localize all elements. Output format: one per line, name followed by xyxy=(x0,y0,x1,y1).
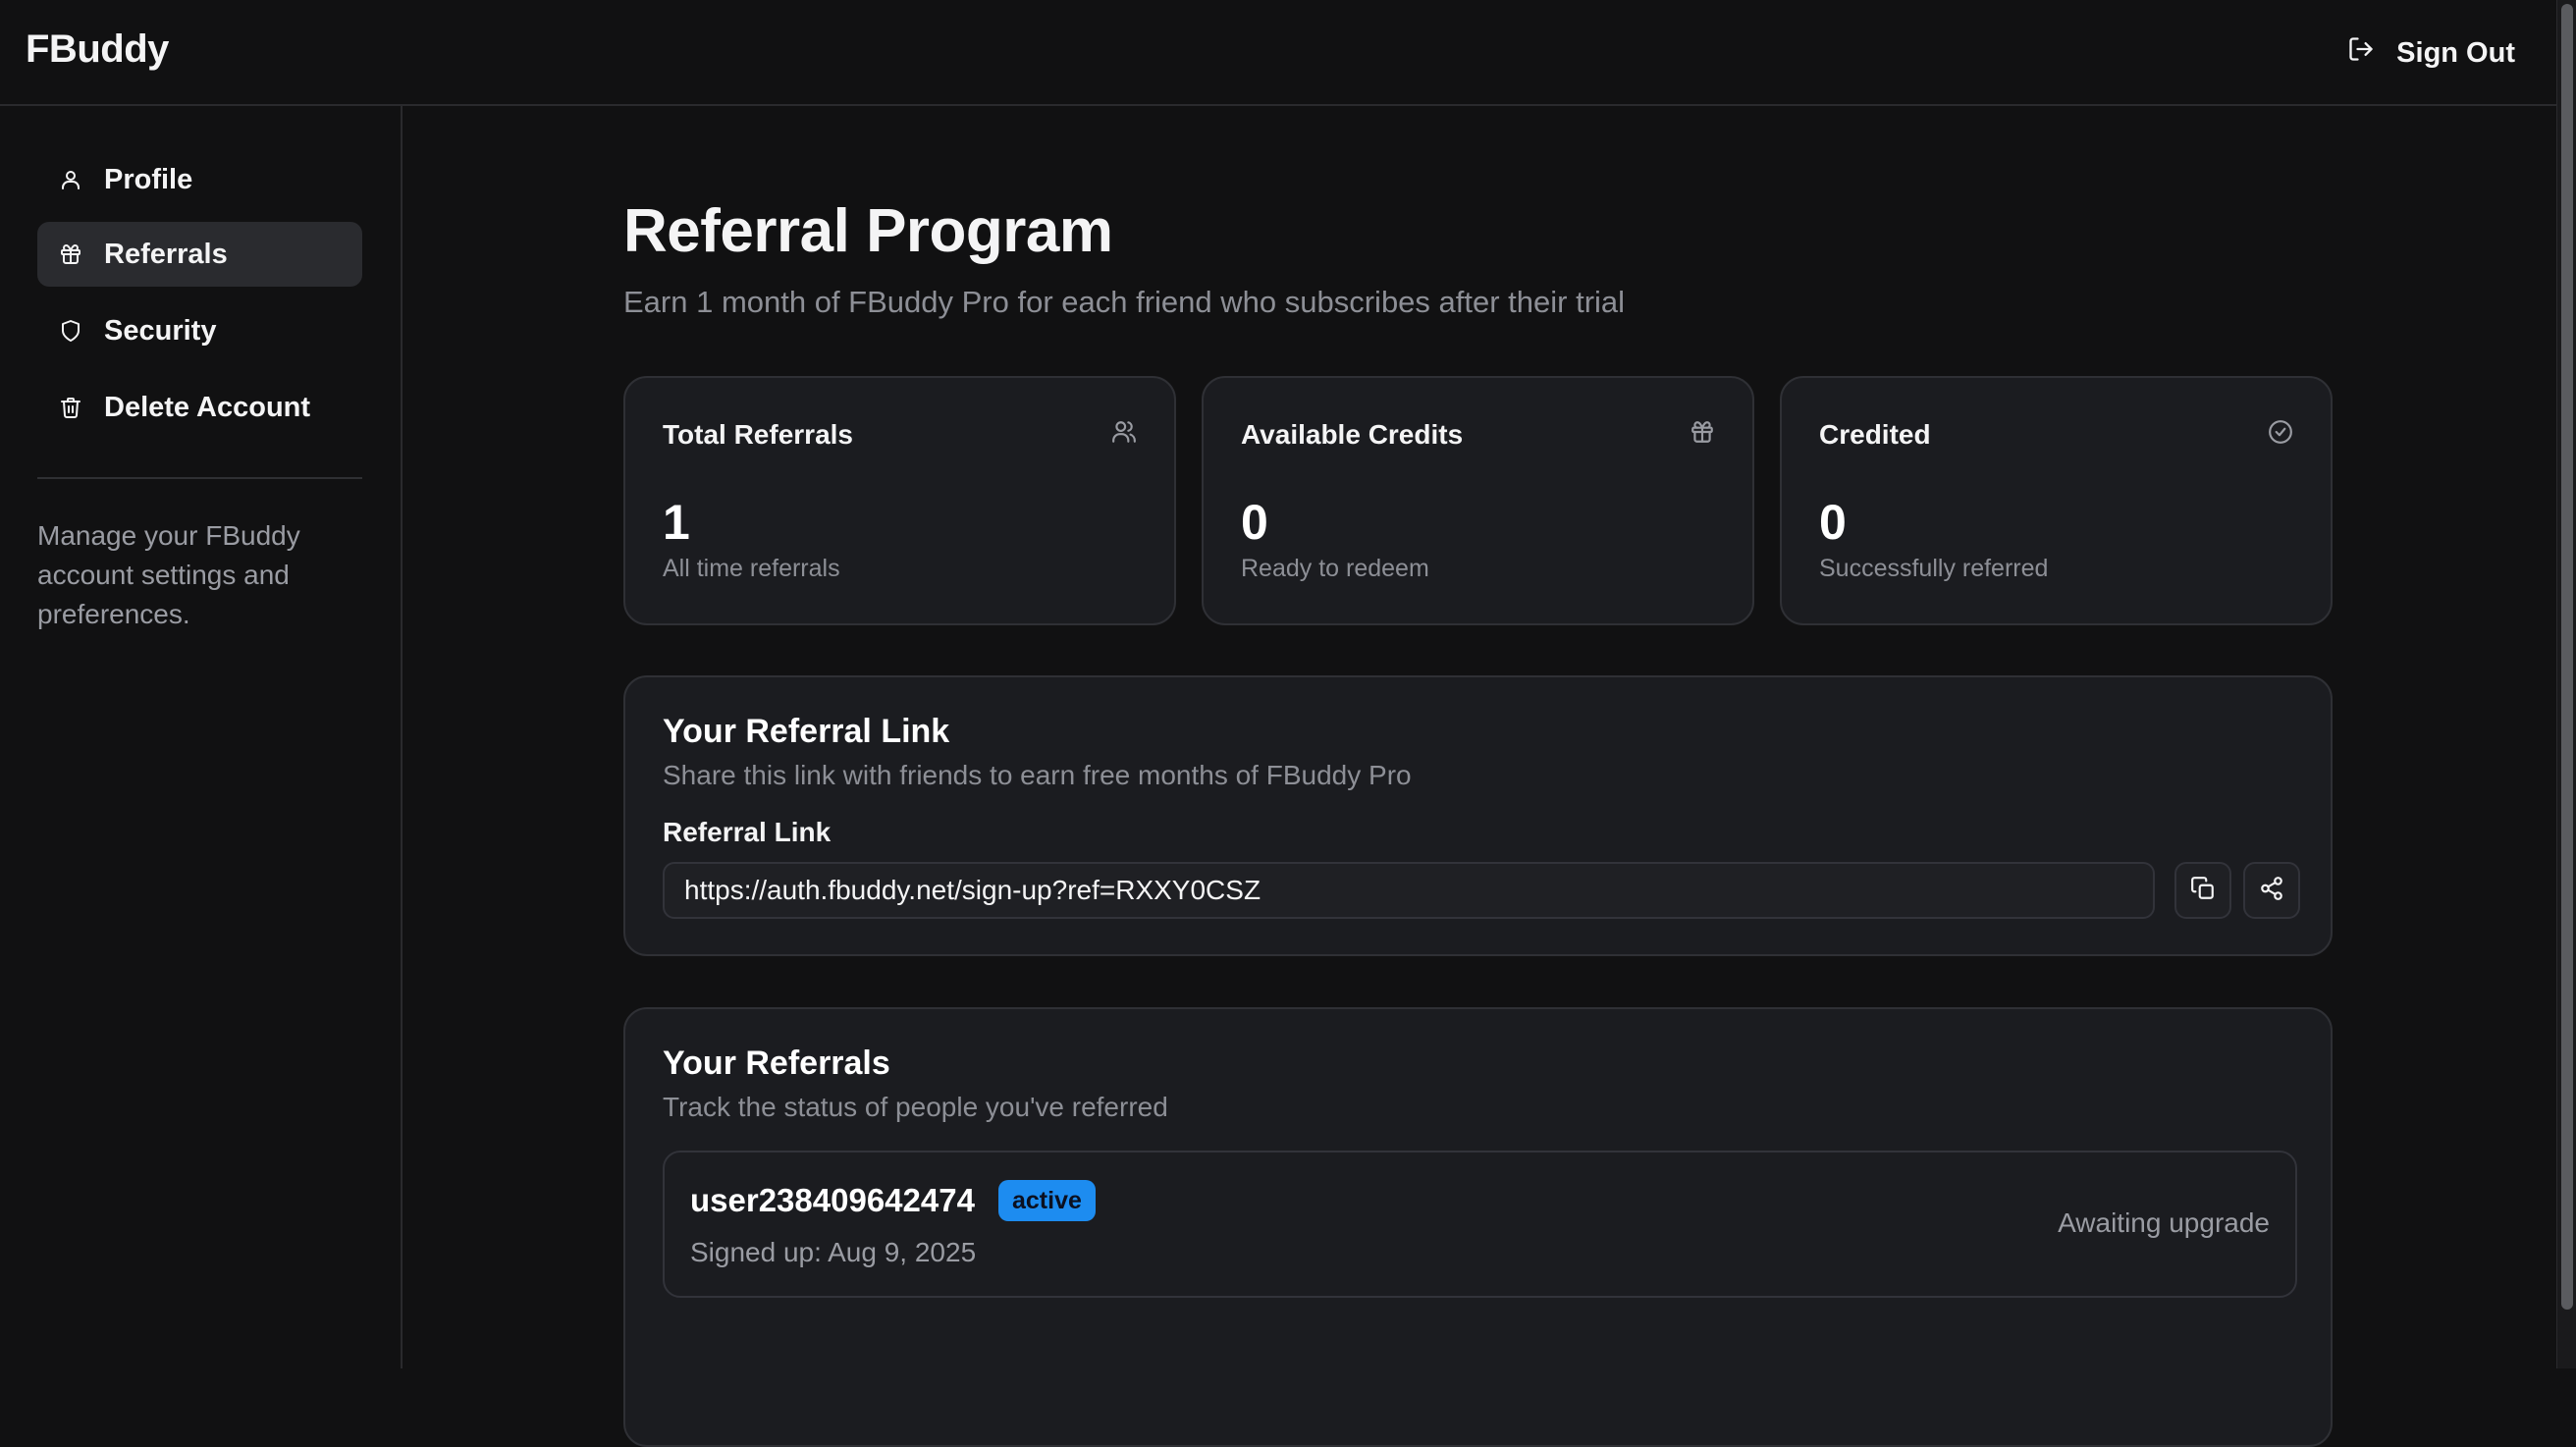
share-link-button[interactable] xyxy=(2243,862,2300,919)
card-subtitle: Track the status of people you've referr… xyxy=(663,1092,1168,1123)
sidebar-item-security[interactable]: Security xyxy=(37,298,362,363)
sidebar: Profile Referrals Security xyxy=(0,106,402,1368)
trash-icon xyxy=(57,394,84,421)
referral-status: Awaiting upgrade xyxy=(2058,1207,2270,1239)
main-content: Referral Program Earn 1 month of FBuddy … xyxy=(404,108,2556,1368)
gift-icon xyxy=(57,241,84,268)
sidebar-item-label: Referrals xyxy=(104,239,228,271)
stat-value: 0 xyxy=(1241,494,1268,551)
referral-link-input[interactable] xyxy=(663,862,2155,919)
sidebar-help-text: Manage your FBuddy account settings and … xyxy=(37,516,351,634)
gift-icon xyxy=(1690,419,1715,445)
sidebar-divider xyxy=(37,477,362,479)
copy-link-button[interactable] xyxy=(2174,862,2231,919)
sidebar-item-label: Security xyxy=(104,315,216,348)
sign-out-label: Sign Out xyxy=(2396,37,2515,70)
app-logo[interactable]: FBuddy xyxy=(26,27,169,72)
stat-card-total-referrals: Total Referrals 1 All time referrals xyxy=(623,376,1176,625)
referral-link-label: Referral Link xyxy=(663,817,831,848)
share-icon xyxy=(2259,876,2284,906)
stat-label: Available Credits xyxy=(1241,419,1463,451)
page-subtitle: Earn 1 month of FBuddy Pro for each frie… xyxy=(623,285,1625,320)
scrollbar-thumb[interactable] xyxy=(2561,4,2573,1310)
page-scrollbar[interactable] xyxy=(2556,0,2576,1368)
card-title: Your Referrals xyxy=(663,1045,890,1083)
stat-label: Total Referrals xyxy=(663,419,853,451)
sidebar-item-label: Delete Account xyxy=(104,392,310,424)
sidebar-item-profile[interactable]: Profile xyxy=(37,147,362,212)
copy-icon xyxy=(2190,876,2216,906)
referrals-card: Your Referrals Track the status of peopl… xyxy=(623,1007,2333,1447)
top-bar: FBuddy Sign Out xyxy=(0,0,2556,106)
stat-value: 1 xyxy=(663,494,690,551)
log-out-icon xyxy=(2347,35,2375,71)
sidebar-item-referrals[interactable]: Referrals xyxy=(37,222,362,287)
users-icon xyxy=(1111,419,1137,445)
sign-out-button[interactable]: Sign Out xyxy=(2347,31,2515,75)
stat-label: Credited xyxy=(1819,419,1931,451)
referral-username: user238409642474 xyxy=(690,1182,975,1219)
stat-hint: All time referrals xyxy=(663,555,840,583)
page-title: Referral Program xyxy=(623,196,1113,266)
stat-value: 0 xyxy=(1819,494,1847,551)
check-circle-icon xyxy=(2268,419,2293,445)
card-title: Your Referral Link xyxy=(663,713,949,751)
referral-link-card: Your Referral Link Share this link with … xyxy=(623,675,2333,956)
sidebar-item-label: Profile xyxy=(104,164,192,196)
list-item: user238409642474 active Signed up: Aug 9… xyxy=(663,1151,2297,1298)
status-badge: active xyxy=(998,1180,1096,1221)
referral-signup-date: Signed up: Aug 9, 2025 xyxy=(690,1237,976,1268)
stat-hint: Successfully referred xyxy=(1819,555,2048,583)
sidebar-item-delete-account[interactable]: Delete Account xyxy=(37,375,362,440)
shield-icon xyxy=(57,317,84,345)
stat-hint: Ready to redeem xyxy=(1241,555,1429,583)
user-icon xyxy=(57,166,84,193)
card-subtitle: Share this link with friends to earn fre… xyxy=(663,760,1412,791)
stat-card-available-credits: Available Credits 0 Ready to redeem xyxy=(1202,376,1754,625)
stat-card-credited: Credited 0 Successfully referred xyxy=(1780,376,2333,625)
